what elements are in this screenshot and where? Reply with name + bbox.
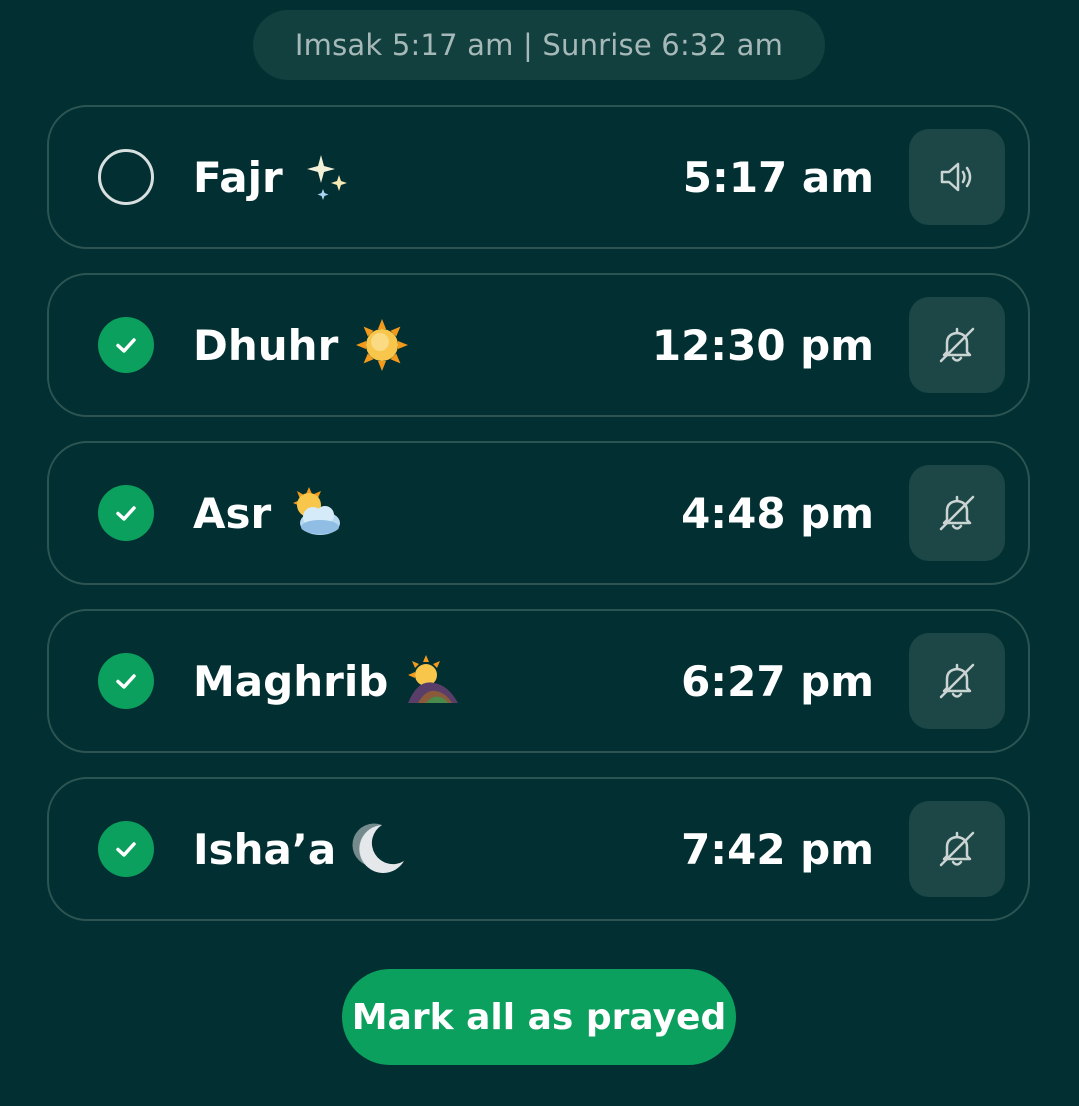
prayer-time-maghrib: 6:27 pm (681, 656, 874, 706)
bell-off-icon (939, 831, 975, 867)
speaker-icon (940, 162, 972, 192)
prayed-checkbox[interactable] (98, 653, 154, 709)
prayer-row-maghrib: Maghrib 6:27 pm (47, 609, 1030, 753)
prayed-checkbox[interactable] (98, 821, 154, 877)
checkmark-icon (116, 338, 136, 353)
prayer-row-ishaa: Isha’a 7:42 pm (47, 777, 1030, 921)
prayer-time-dhuhr: 12:30 pm (651, 320, 874, 370)
checkmark-icon (116, 506, 136, 521)
prayer-name-label: Dhuhr (193, 320, 339, 370)
prayer-name-fajr: Fajr (193, 149, 355, 205)
notification-toggle-button[interactable] (909, 633, 1005, 729)
prayed-checkbox[interactable] (98, 317, 154, 373)
imsak-sunrise-info: Imsak 5:17 am | Sunrise 6:32 am (253, 10, 825, 80)
notification-toggle-button[interactable] (909, 297, 1005, 393)
bell-off-icon (939, 495, 975, 531)
bell-off-icon (939, 663, 975, 699)
prayer-name-label: Fajr (193, 152, 283, 202)
prayer-list: Fajr 5:17 am Dhuhr 12:30 pm Asr 4:48 pm … (47, 105, 1030, 945)
checkmark-icon (116, 674, 136, 689)
prayer-name-label: Maghrib (193, 656, 389, 706)
prayer-time-ishaa: 7:42 pm (681, 824, 874, 874)
prayer-time-fajr: 5:17 am (682, 152, 874, 202)
prayer-row-dhuhr: Dhuhr 12:30 pm (47, 273, 1030, 417)
prayed-checkbox[interactable] (98, 149, 154, 205)
prayer-name-ishaa: Isha’a (193, 821, 408, 877)
bell-off-icon (939, 327, 975, 363)
prayer-row-asr: Asr 4:48 pm (47, 441, 1030, 585)
prayer-name-asr: Asr (193, 485, 343, 541)
prayer-row-fajr: Fajr 5:17 am (47, 105, 1030, 249)
prayer-name-label: Isha’a (193, 824, 337, 874)
notification-toggle-button[interactable] (909, 465, 1005, 561)
notification-toggle-button[interactable] (909, 801, 1005, 897)
mark-all-prayed-button[interactable]: Mark all as prayed (342, 969, 736, 1065)
sparkles-icon (299, 149, 355, 205)
adhan-sound-button[interactable] (909, 129, 1005, 225)
sun-icon (354, 317, 410, 373)
crescent-moon-icon (352, 821, 408, 877)
sunset-icon (404, 653, 460, 709)
prayer-time-asr: 4:48 pm (681, 488, 874, 538)
sun-behind-cloud-icon (287, 485, 343, 541)
prayed-checkbox[interactable] (98, 485, 154, 541)
prayer-name-maghrib: Maghrib (193, 653, 460, 709)
prayer-times-screen: Imsak 5:17 am | Sunrise 6:32 am Fajr 5:1… (0, 0, 1079, 1106)
prayer-name-dhuhr: Dhuhr (193, 317, 410, 373)
checkmark-icon (116, 842, 136, 857)
prayer-name-label: Asr (193, 488, 272, 538)
